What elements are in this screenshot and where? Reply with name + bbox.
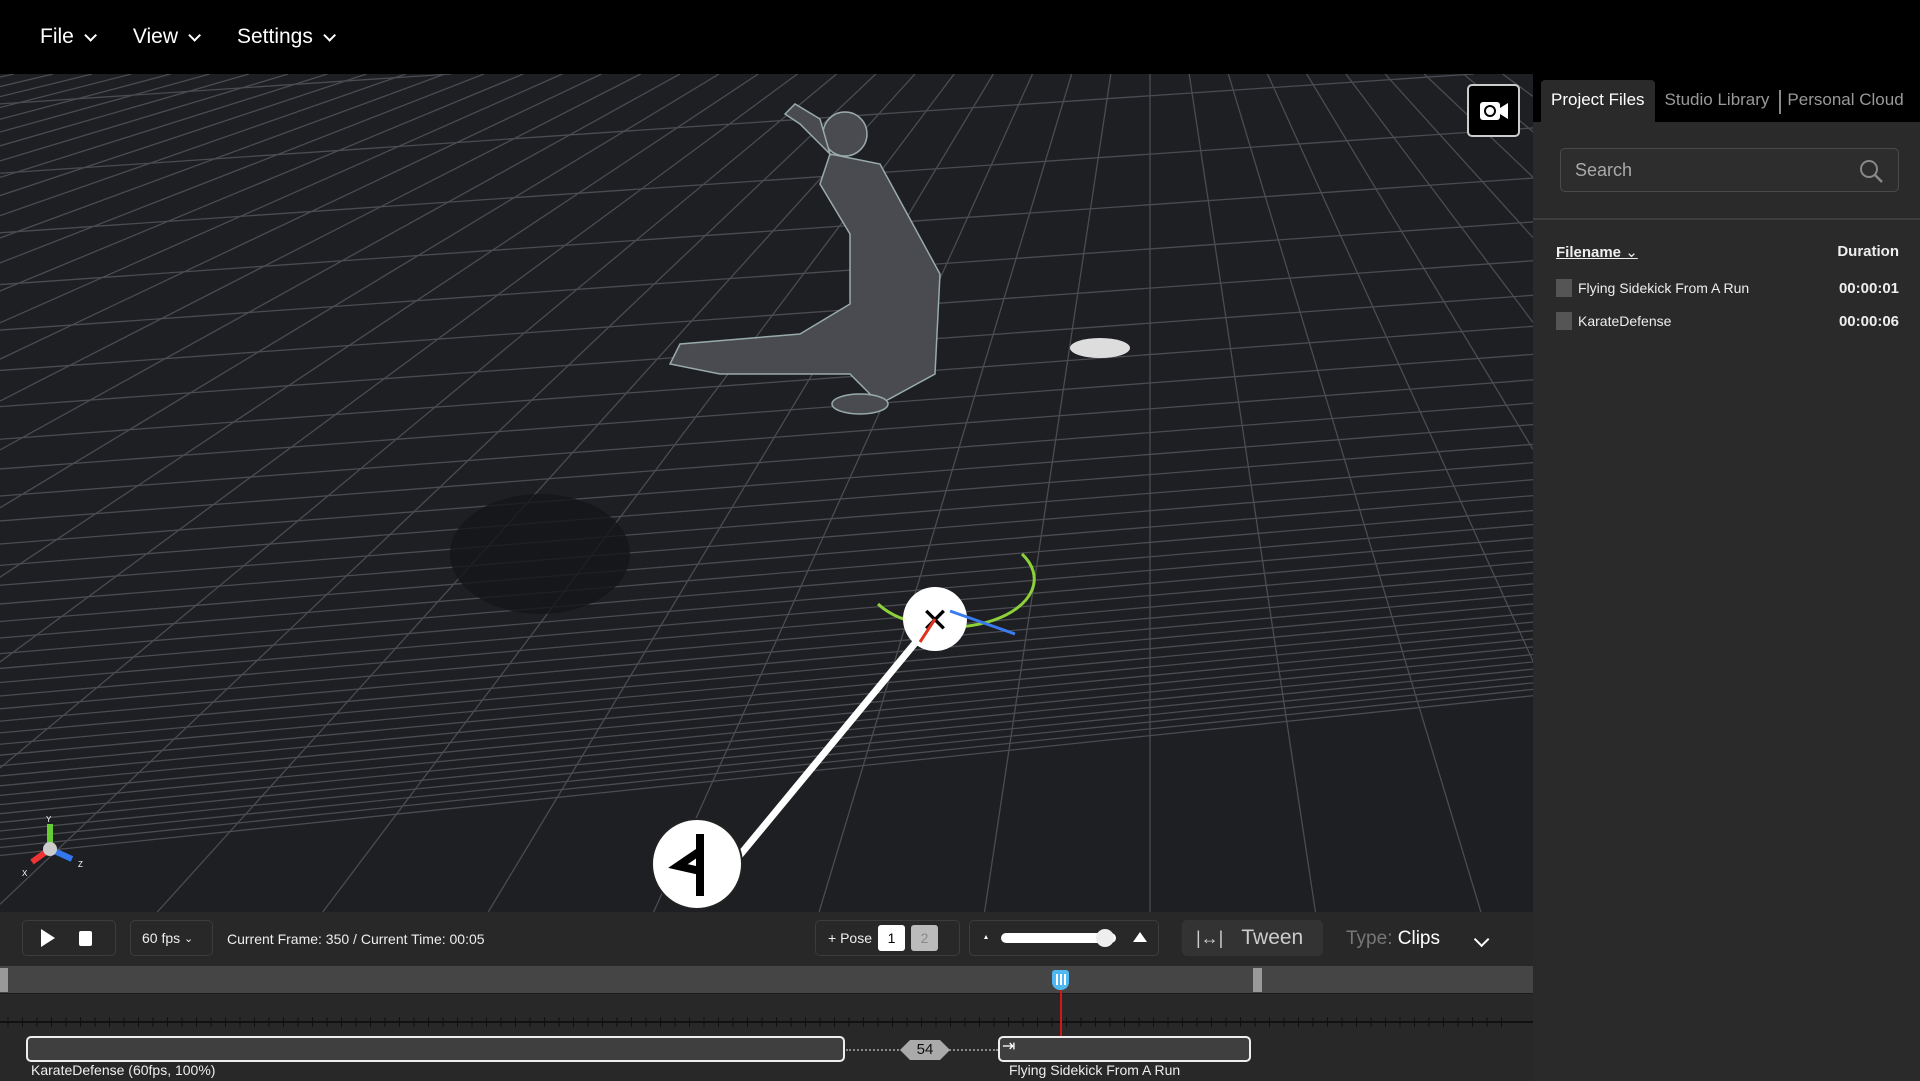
chevron-down-icon xyxy=(323,29,336,42)
transition-frames-badge[interactable]: 54 xyxy=(900,1040,950,1060)
clip-label: KarateDefense (60fps, 100%) xyxy=(31,1062,215,1078)
pose-2-button[interactable]: 2 xyxy=(911,925,938,951)
menu-bar: File View Settings xyxy=(0,0,1920,74)
character-shadow xyxy=(450,494,630,614)
panel-tabs: Project Files Studio Library Personal Cl… xyxy=(1533,74,1920,122)
type-dropdown[interactable]: Type: Clips xyxy=(1346,928,1440,950)
slider-knob[interactable] xyxy=(1096,929,1114,947)
file-duration: 00:00:06 xyxy=(1839,313,1899,330)
tab-studio-library[interactable]: Studio Library xyxy=(1655,90,1780,122)
filename-column-header[interactable]: Filename ⌄ xyxy=(1556,243,1638,261)
type-value: Clips xyxy=(1398,928,1440,949)
menu-settings-label: Settings xyxy=(237,25,313,49)
search-icon[interactable] xyxy=(1858,158,1884,184)
menu-view-label: View xyxy=(133,25,178,49)
menu-settings[interactable]: Settings xyxy=(237,25,332,49)
file-name: KarateDefense xyxy=(1578,313,1671,329)
clip-flying-sidekick[interactable]: ⇥ xyxy=(998,1036,1251,1062)
axis-gizmo[interactable]: Y X Z xyxy=(20,814,90,884)
tab-project-files[interactable]: Project Files xyxy=(1541,80,1655,122)
chevron-down-icon xyxy=(188,29,201,42)
play-button[interactable] xyxy=(41,929,55,947)
tab-personal-cloud[interactable]: Personal Cloud xyxy=(1779,90,1913,114)
frame-status: Current Frame: 350 / Current Time: 00:05 xyxy=(227,931,485,947)
camera-reset-button[interactable] xyxy=(1467,84,1520,137)
size-slider[interactable] xyxy=(1001,933,1116,943)
tween-icon: |↔| xyxy=(1196,928,1223,949)
menu-view[interactable]: View xyxy=(133,25,197,49)
clip-karate-defense[interactable] xyxy=(26,1036,845,1062)
size-slider-group xyxy=(969,920,1159,956)
animation-file-icon xyxy=(1556,279,1572,297)
3d-viewport[interactable]: ✕ Y X Z xyxy=(0,74,1533,912)
large-triangle-icon xyxy=(1133,932,1147,942)
duration-column-header[interactable]: Duration xyxy=(1837,243,1899,260)
tween-button[interactable]: |↔| Tween xyxy=(1182,920,1323,956)
character-figure xyxy=(670,104,940,414)
menu-file[interactable]: File xyxy=(40,25,93,49)
file-row[interactable]: KarateDefense 00:00:06 xyxy=(1556,309,1899,333)
clip-label: Flying Sidekick From A Run xyxy=(1009,1062,1180,1078)
pose-controls: + Pose 1 2 xyxy=(815,920,960,956)
search-placeholder: Search xyxy=(1575,160,1632,181)
chevron-down-icon xyxy=(84,29,97,42)
type-label: Type: xyxy=(1346,928,1392,949)
add-pose-button[interactable]: + Pose xyxy=(828,930,872,946)
timeline-scrubber[interactable] xyxy=(0,966,1533,994)
fps-value: 60 fps xyxy=(142,930,180,946)
animation-file-icon xyxy=(1556,312,1572,330)
file-row[interactable]: Flying Sidekick From A Run 00:00:01 xyxy=(1556,276,1899,300)
fps-dropdown[interactable]: 60 fps ⌄ xyxy=(130,920,213,956)
playhead-handle[interactable] xyxy=(1052,970,1069,990)
scene-overlay: ✕ xyxy=(0,74,1533,912)
playback-toolbar: 60 fps ⌄ Current Frame: 350 / Current Ti… xyxy=(0,912,1533,966)
secondary-target-marker xyxy=(1070,338,1130,358)
range-end-handle[interactable] xyxy=(1253,968,1262,992)
chevron-down-icon[interactable] xyxy=(1474,932,1490,948)
timeline-ruler xyxy=(0,994,1533,1034)
camera-rotate-icon xyxy=(1479,100,1509,122)
file-browser-panel xyxy=(1533,74,1920,1081)
range-start-handle[interactable] xyxy=(0,968,8,992)
chevron-down-icon: ⌄ xyxy=(184,932,193,945)
tween-label: Tween xyxy=(1241,926,1303,950)
pose-1-button[interactable]: 1 xyxy=(878,925,905,951)
file-name: Flying Sidekick From A Run xyxy=(1578,280,1749,296)
axis-z-label: Z xyxy=(78,860,83,869)
clip-start-arrow-icon: ⇥ xyxy=(1002,1036,1015,1056)
playback-controls xyxy=(22,920,116,956)
axis-x-label: X xyxy=(22,869,28,878)
axis-y-label: Y xyxy=(46,815,52,824)
search-input[interactable]: Search xyxy=(1560,148,1899,192)
panel-divider xyxy=(1533,218,1920,220)
stop-button[interactable] xyxy=(79,931,92,946)
menu-file-label: File xyxy=(40,25,74,49)
small-triangle-icon xyxy=(984,935,988,939)
file-duration: 00:00:01 xyxy=(1839,280,1899,297)
